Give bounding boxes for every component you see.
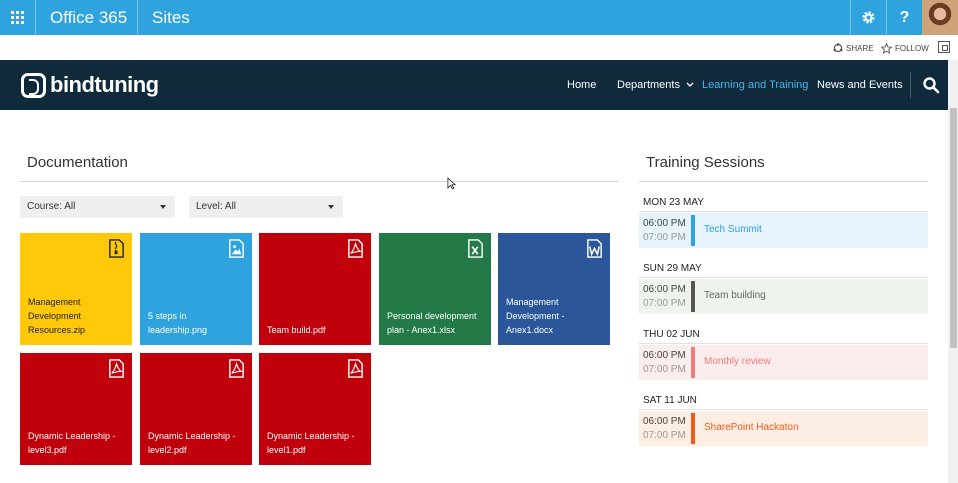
- training-sessions-title: Training Sessions: [646, 154, 765, 171]
- session-start-time: 06:00 PM: [643, 416, 686, 427]
- date-divider: [639, 409, 928, 410]
- session-accent-bar: [691, 413, 695, 444]
- user-avatar[interactable]: [922, 0, 958, 35]
- session-end-time: 07:00 PM: [643, 364, 686, 375]
- session-event[interactable]: 06:00 PM 07:00 PM Monthly review: [639, 345, 928, 380]
- document-tile[interactable]: Dynamic Leadership - level3.pdf: [20, 353, 132, 465]
- document-tile[interactable]: 5 steps in leadership.png: [140, 233, 252, 345]
- topbar-divider: [137, 0, 138, 35]
- share-icon: [833, 43, 843, 53]
- session-title: SharePoint Hackaton: [704, 422, 799, 433]
- date-divider: [639, 343, 928, 344]
- session-start-time: 06:00 PM: [643, 350, 686, 361]
- question-icon: ?: [899, 8, 910, 26]
- document-tile[interactable]: Management Development - Anex1.docx: [498, 233, 610, 345]
- document-tile[interactable]: Team build.pdf: [259, 233, 371, 345]
- session-start-time: 06:00 PM: [643, 284, 686, 295]
- session-title: Tech Summit: [704, 224, 762, 235]
- session-date: SUN 29 MAY: [643, 263, 702, 274]
- document-tile[interactable]: Dynamic Leadership - level1.pdf: [259, 353, 371, 465]
- site-logo[interactable]: bindtuning: [21, 72, 159, 98]
- course-filter-value: Course: All: [27, 201, 76, 212]
- focus-content-icon[interactable]: [938, 41, 950, 53]
- waffle-icon: [11, 11, 24, 24]
- document-name: Team build.pdf: [267, 325, 326, 335]
- site-navbar: bindtuning Home Departments Learning and…: [0, 60, 948, 110]
- session-event[interactable]: 06:00 PM 07:00 PM Team building: [639, 279, 928, 314]
- pdf-file-icon: [109, 359, 124, 378]
- word-file-icon: [587, 239, 602, 258]
- pdf-file-icon: [229, 359, 244, 378]
- session-accent-bar: [691, 347, 695, 378]
- session-date: MON 23 MAY: [643, 197, 704, 208]
- excel-file-icon: [468, 239, 483, 258]
- share-label: SHARE: [846, 43, 874, 53]
- logo-text: bindtuning: [50, 72, 159, 97]
- chevron-down-icon: [686, 82, 694, 87]
- scrollbar-thumb[interactable]: [950, 108, 957, 348]
- search-icon[interactable]: [922, 76, 940, 94]
- star-icon: [881, 43, 892, 54]
- session-title: Team building: [704, 290, 766, 301]
- documentation-divider: [20, 181, 618, 182]
- document-name: Management Development - Anex1.docx: [506, 297, 565, 335]
- session-end-time: 07:00 PM: [643, 232, 686, 243]
- caret-down-icon: [328, 205, 334, 209]
- page-scrollbar[interactable]: [948, 60, 958, 483]
- session-date: SAT 11 JUN: [643, 395, 697, 406]
- topbar-divider: [35, 0, 36, 35]
- nav-departments[interactable]: Departments: [617, 60, 694, 110]
- session-date: THU 02 JUN: [643, 329, 700, 340]
- document-name: Dynamic Leadership - level1.pdf: [267, 431, 355, 455]
- document-tile[interactable]: Management Development Resources.zip: [20, 233, 132, 345]
- help-button[interactable]: ?: [886, 0, 922, 35]
- level-filter-select[interactable]: Level: All: [189, 196, 343, 218]
- nav-home[interactable]: Home: [567, 60, 596, 110]
- pdf-file-icon: [348, 239, 363, 258]
- image-file-icon: [229, 239, 244, 258]
- gear-icon: [862, 11, 875, 24]
- document-name: Dynamic Leadership - level2.pdf: [148, 431, 236, 455]
- office365-topbar: Office 365 Sites ?: [0, 0, 958, 35]
- caret-down-icon: [160, 205, 166, 209]
- session-accent-bar: [691, 281, 695, 312]
- session-start-time: 06:00 PM: [643, 218, 686, 229]
- document-tile[interactable]: Personal development plan - Anex1.xlsx: [379, 233, 491, 345]
- date-divider: [639, 211, 928, 212]
- session-title: Monthly review: [704, 356, 771, 367]
- follow-label: FOLLOW: [895, 44, 929, 53]
- settings-button[interactable]: [850, 0, 886, 35]
- document-name: Dynamic Leadership - level3.pdf: [28, 431, 116, 455]
- session-event[interactable]: 06:00 PM 07:00 PM Tech Summit: [639, 213, 928, 248]
- nav-learning-training[interactable]: Learning and Training: [702, 60, 808, 110]
- zip-file-icon: [109, 239, 124, 258]
- session-accent-bar: [691, 215, 695, 246]
- nav-news-events[interactable]: News and Events: [817, 60, 903, 110]
- pdf-file-icon: [348, 359, 363, 378]
- level-filter-value: Level: All: [196, 201, 237, 212]
- document-name: Personal development plan - Anex1.xlsx: [387, 311, 477, 335]
- training-divider: [639, 181, 928, 182]
- nav-divider: [910, 72, 911, 98]
- sites-link[interactable]: Sites: [152, 0, 190, 35]
- session-event[interactable]: 06:00 PM 07:00 PM SharePoint Hackaton: [639, 411, 928, 446]
- bindtuning-logo-icon: [21, 72, 46, 98]
- document-name: Management Development Resources.zip: [28, 297, 86, 335]
- follow-button[interactable]: FOLLOW: [881, 43, 929, 54]
- sharepoint-subbar: SHARE FOLLOW: [0, 35, 958, 60]
- session-end-time: 07:00 PM: [643, 430, 686, 441]
- app-launcher-button[interactable]: [0, 0, 35, 35]
- document-name: 5 steps in leadership.png: [148, 311, 208, 335]
- nav-departments-label: Departments: [617, 79, 680, 91]
- documentation-title: Documentation: [27, 154, 128, 171]
- date-divider: [639, 277, 928, 278]
- mouse-cursor-icon: [447, 177, 456, 190]
- share-button[interactable]: SHARE: [833, 43, 874, 53]
- office365-brand[interactable]: Office 365: [50, 0, 127, 35]
- session-end-time: 07:00 PM: [643, 298, 686, 309]
- document-tile[interactable]: Dynamic Leadership - level2.pdf: [140, 353, 252, 465]
- course-filter-select[interactable]: Course: All: [20, 196, 175, 218]
